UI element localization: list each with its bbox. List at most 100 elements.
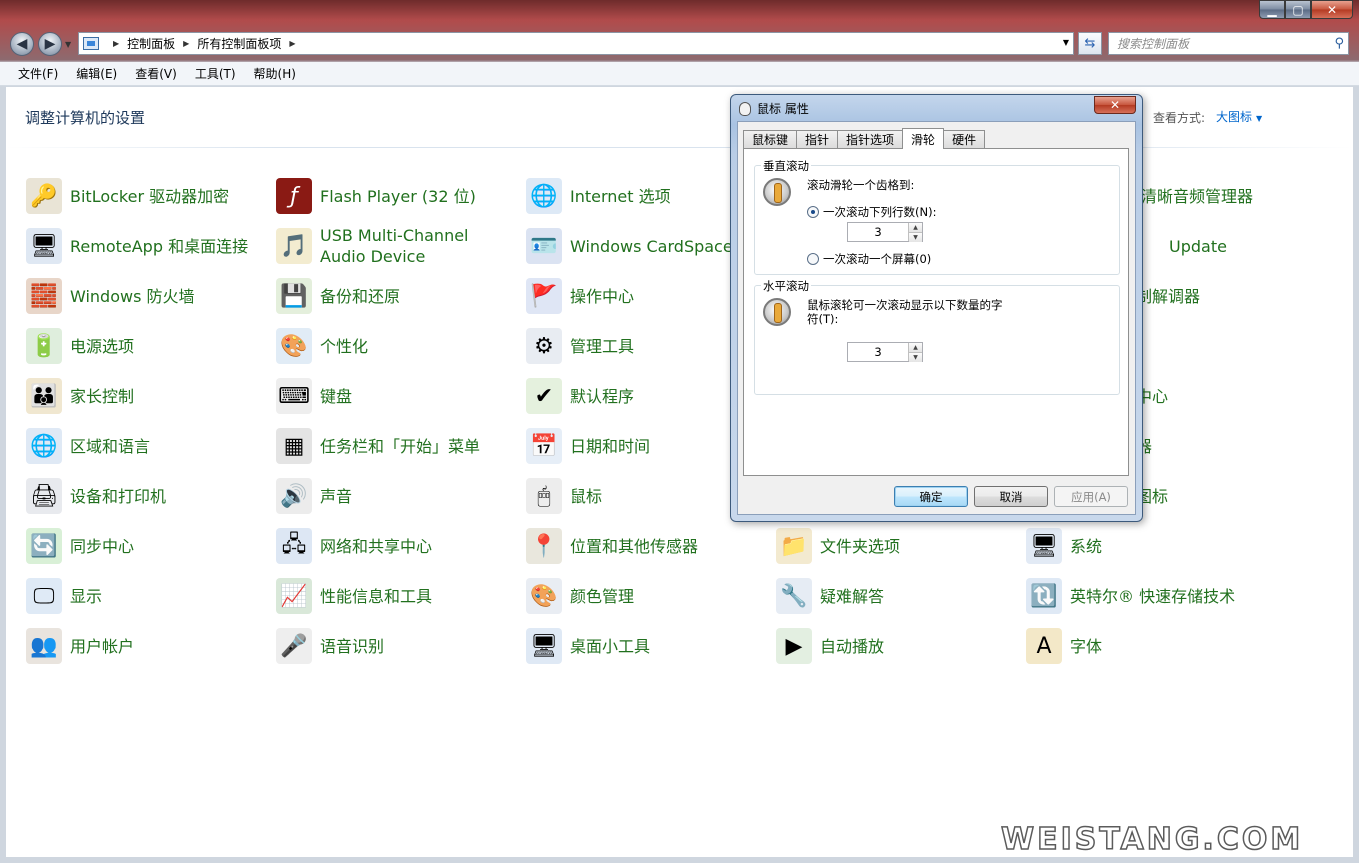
menu-view[interactable]: 查看(V) (135, 65, 177, 82)
breadcrumb-all-items[interactable]: 所有控制面板项 (197, 35, 281, 52)
chevron-right-icon[interactable]: ▶ (289, 39, 295, 48)
cp-item[interactable]: 📁 文件夹选项 (776, 526, 1016, 566)
cp-item-icon: 🔊 (276, 478, 312, 514)
cp-item[interactable]: 📈 性能信息和工具 (276, 576, 516, 616)
cp-item-label: Windows CardSpace (570, 236, 733, 256)
ok-button[interactable]: 确定 (894, 486, 968, 507)
cp-item[interactable]: 🖨 设备和打印机 (26, 476, 266, 516)
cp-item-icon: 🖨 (26, 478, 62, 514)
cp-item[interactable]: 🎵 USB Multi-Channel Audio Device (276, 226, 516, 266)
cp-item[interactable]: 🎨 颜色管理 (526, 576, 766, 616)
cp-item[interactable]: 💾 备份和还原 (276, 276, 516, 316)
cp-item-icon: 🌐 (526, 178, 562, 214)
cp-item-label: RemoteApp 和桌面连接 (70, 236, 249, 256)
cp-item[interactable]: 🔧 疑难解答 (776, 576, 1016, 616)
tab-pointer-options[interactable]: 指针选项 (837, 130, 904, 148)
menu-tools[interactable]: 工具(T) (195, 65, 236, 82)
cp-item[interactable]: 中心 (1136, 376, 1359, 416)
cp-item-label: BitLocker 驱动器加密 (70, 186, 230, 206)
scroll-lines-label[interactable]: 一次滚动下列行数(N): (823, 205, 936, 219)
cp-item[interactable]: Update (1169, 226, 1359, 266)
scroll-screen-radio[interactable] (807, 253, 819, 265)
cp-item[interactable]: A 字体 (1026, 626, 1266, 666)
search-icon[interactable]: ⚲ (1334, 36, 1344, 51)
scroll-lines-radio[interactable] (807, 206, 819, 218)
address-dropdown-icon[interactable]: ▼ (1063, 38, 1069, 47)
cp-item-label: 清晰音频管理器 (1141, 186, 1254, 206)
cp-item[interactable]: 制解调器 (1136, 276, 1359, 316)
cp-item[interactable]: 🔄 同步中心 (26, 526, 266, 566)
dialog-body: 鼠标键 指针 指针选项 滑轮 硬件 垂直滚动 滚动滑轮一个齿格到: 一次滚动下列… (737, 121, 1136, 515)
cp-item-label: 颜色管理 (570, 586, 635, 606)
search-input[interactable]: 搜索控制面板 ⚲ (1108, 32, 1349, 55)
cp-item[interactable]: ▶ 自动播放 (776, 626, 1016, 666)
cp-item[interactable]: 🖥 桌面小工具 (526, 626, 766, 666)
forward-button[interactable]: ▶ (38, 32, 62, 56)
menu-help[interactable]: 帮助(H) (254, 65, 296, 82)
cp-item[interactable]: 🖥 RemoteApp 和桌面连接 (26, 226, 266, 266)
cp-item[interactable]: ▦ 任务栏和「开始」菜单 (276, 426, 516, 466)
cp-item-icon: 🎨 (526, 578, 562, 614)
cp-item[interactable]: 🎤 语音识别 (276, 626, 516, 666)
cp-item[interactable]: 清晰音频管理器 (1141, 176, 1359, 216)
spin-up-icon[interactable]: ▲ (909, 223, 922, 232)
refresh-button[interactable]: ⇆ (1078, 32, 1102, 55)
tab-buttons[interactable]: 鼠标键 (743, 130, 798, 148)
cp-item-label: 键盘 (320, 386, 353, 406)
cp-item[interactable]: 图标 (1136, 476, 1359, 516)
minimize-button[interactable]: ▁ (1259, 0, 1285, 19)
cp-item[interactable]: 🔊 声音 (276, 476, 516, 516)
tab-hardware[interactable]: 硬件 (943, 130, 986, 148)
view-by-dropdown[interactable]: 大图标 ▼ (1216, 108, 1262, 125)
cp-item[interactable]: 🖵 显示 (26, 576, 266, 616)
tab-wheel[interactable]: 滑轮 (902, 128, 945, 149)
cp-item[interactable]: 🎨 个性化 (276, 326, 516, 366)
cp-item[interactable]: 🔑 BitLocker 驱动器加密 (26, 176, 266, 216)
cp-item[interactable]: 🧱 Windows 防火墙 (26, 276, 266, 316)
cp-item[interactable]: 👪 家长控制 (26, 376, 266, 416)
cp-item[interactable]: 器 (1136, 426, 1359, 466)
cp-item[interactable]: 🔃 英特尔® 快速存储技术 (1026, 576, 1266, 616)
scroll-screen-label[interactable]: 一次滚动一个屏幕(0) (823, 252, 931, 266)
cp-item-label: 任务栏和「开始」菜单 (320, 436, 481, 456)
lines-value[interactable]: 3 (848, 223, 908, 241)
lines-stepper[interactable]: 3 ▲ ▼ (847, 222, 923, 242)
address-bar-row: ◀ ▶ ▼ ▶ 控制面板 ▶ 所有控制面板项 ▶ ▼ ⇆ 搜索控制面板 ⚲ (0, 28, 1359, 60)
cp-item[interactable]: ⌨ 键盘 (276, 376, 516, 416)
spin-down-icon[interactable]: ▼ (909, 232, 922, 242)
cp-item[interactable]: ƒ Flash Player (32 位) (276, 176, 516, 216)
cp-item-label: 位置和其他传感器 (570, 536, 699, 556)
tab-pointers[interactable]: 指针 (796, 130, 839, 148)
recent-pages-dropdown-icon[interactable]: ▼ (65, 40, 71, 49)
chevron-right-icon[interactable]: ▶ (183, 39, 189, 48)
dialog-close-button[interactable]: ✕ (1094, 96, 1136, 114)
chars-stepper[interactable]: 3 ▲ ▼ (847, 342, 923, 362)
cp-item-icon: 💾 (276, 278, 312, 314)
maximize-button[interactable]: ▢ (1285, 0, 1311, 19)
breadcrumb-control-panel[interactable]: 控制面板 (127, 35, 175, 52)
cp-item-label: Flash Player (32 位) (320, 186, 476, 206)
menu-file[interactable]: 文件(F) (18, 65, 58, 82)
cp-item-label: 英特尔® 快速存储技术 (1070, 586, 1236, 606)
address-bar[interactable]: ▶ 控制面板 ▶ 所有控制面板项 ▶ ▼ (78, 32, 1074, 55)
cp-item-label: 电源选项 (70, 336, 135, 356)
cp-item-icon: 🧱 (26, 278, 62, 314)
cp-item[interactable]: 🖥 系统 (1026, 526, 1266, 566)
spin-down-icon[interactable]: ▼ (909, 352, 922, 362)
menu-bar: 文件(F) 编辑(E) 查看(V) 工具(T) 帮助(H) (0, 62, 1359, 86)
cp-item[interactable]: 🌐 区域和语言 (26, 426, 266, 466)
forward-arrow-icon: ▶ (44, 36, 56, 52)
spin-up-icon[interactable]: ▲ (909, 343, 922, 352)
cp-item[interactable]: 👥 用户帐户 (26, 626, 266, 666)
menu-edit[interactable]: 编辑(E) (76, 65, 117, 82)
cp-item[interactable]: 🖧 网络和共享中心 (276, 526, 516, 566)
apply-button[interactable]: 应用(A) (1054, 486, 1128, 507)
close-button[interactable]: ✕ (1311, 0, 1353, 19)
cp-item[interactable]: 🔋 电源选项 (26, 326, 266, 366)
chars-value[interactable]: 3 (848, 343, 908, 361)
cp-item[interactable]: 📍 位置和其他传感器 (526, 526, 766, 566)
back-button[interactable]: ◀ (10, 32, 34, 56)
cancel-button[interactable]: 取消 (974, 486, 1048, 507)
cp-item-label: 语音识别 (320, 636, 385, 656)
chevron-right-icon[interactable]: ▶ (113, 39, 119, 48)
